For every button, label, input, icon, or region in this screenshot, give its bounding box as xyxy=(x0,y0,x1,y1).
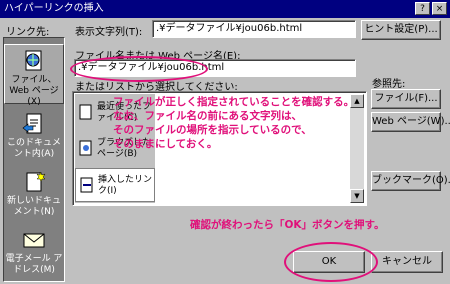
link-to-heading: リンク先: xyxy=(6,27,50,38)
display-text-label: 表示文字列(T): xyxy=(75,27,143,38)
list-scrollbar[interactable]: ▲ ▼ xyxy=(350,94,364,203)
scroll-down-arrow-icon[interactable]: ▼ xyxy=(350,189,364,203)
link-to-new-document[interactable]: 新しいドキュメント(N) xyxy=(4,166,64,226)
link-to-file-web-page-label: ファイル、Web ページ(X) xyxy=(9,75,59,107)
display-text-field[interactable]: .¥データファイル¥jou06b.html xyxy=(152,20,356,38)
envelope-icon xyxy=(23,233,45,248)
annotation-note-ok: 確認が終わったら「OK」ボタンを押す。 xyxy=(190,219,385,231)
annotation-note-3: そのファイルの場所を指示しているので、 xyxy=(113,124,312,136)
link-to-new-document-label: 新しいドキュメント(N) xyxy=(6,196,61,217)
browse-for-heading: 参照先: xyxy=(372,79,406,90)
browsed-pages-icon xyxy=(79,140,92,156)
link-to-file-web-page[interactable]: ファイル、Web ページ(X) xyxy=(4,44,64,107)
annotation-note-1: ファイルが正しく指定されていることを確認する。 xyxy=(113,96,355,108)
dialog-title-bar[interactable]: ハイパーリンクの挿入 ? × xyxy=(0,0,450,18)
screentip-button[interactable]: ヒント設定(P)... xyxy=(361,20,441,40)
link-to-bar: ファイル、Web ページ(X) このドキュメント内(A) 新しいドキュメント(N… xyxy=(3,37,65,282)
browse-web-page-button[interactable]: Web ページ(W)... xyxy=(371,112,450,132)
cancel-button[interactable]: キャンセル xyxy=(371,251,443,273)
globe-document-icon xyxy=(25,50,42,71)
address-field[interactable]: .¥データファイル¥jou06b.html xyxy=(74,59,356,77)
document-arrow-icon xyxy=(22,113,42,134)
inserted-links-option[interactable]: 挿入したリンク(I) xyxy=(75,168,155,202)
annotation-note-2: なお、ファイル名の前にある文字列は、 xyxy=(113,110,302,122)
inserted-links-icon xyxy=(80,177,93,193)
ok-button[interactable]: OK xyxy=(293,251,365,273)
bookmark-button[interactable]: ブックマーク(O)... xyxy=(371,171,450,191)
annotation-note-4: そのままにしておく。 xyxy=(113,138,218,150)
new-document-icon xyxy=(26,171,46,192)
help-button[interactable]: ? xyxy=(415,2,430,15)
close-button[interactable]: × xyxy=(432,2,447,15)
link-to-email-address[interactable]: 電子メール アドレス(M) xyxy=(4,224,64,284)
inserted-links-label: 挿入したリンク(I) xyxy=(98,175,153,196)
hyperlink-dialog: リンク先: ファイル、Web ページ(X) このドキュメント内(A) 新しいドキ xyxy=(0,18,450,284)
link-to-this-document-label: このドキュメント内(A) xyxy=(6,138,61,159)
browse-file-button[interactable]: ファイル(F)... xyxy=(371,89,441,109)
link-to-email-address-label: 電子メール アドレス(M) xyxy=(5,254,63,275)
dialog-title: ハイパーリンクの挿入 xyxy=(4,3,104,14)
link-to-this-document[interactable]: このドキュメント内(A) xyxy=(4,108,64,168)
recent-files-icon xyxy=(79,104,92,120)
